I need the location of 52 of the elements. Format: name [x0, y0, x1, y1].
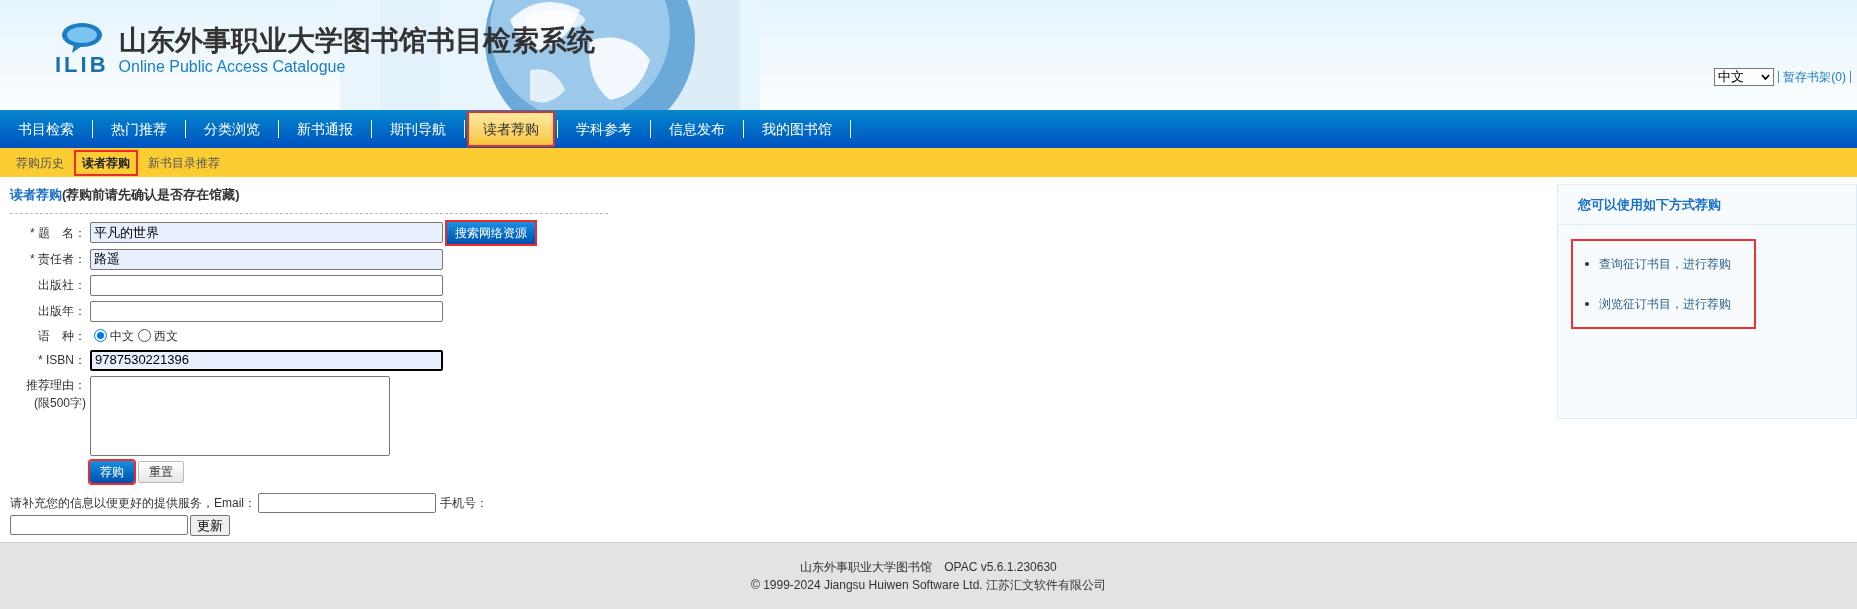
logo-text: ILIB [55, 54, 109, 76]
nav-tab[interactable]: 新书通报 [283, 113, 367, 145]
nav-tab[interactable]: 书目检索 [4, 113, 88, 145]
field-label: 出版年： [38, 303, 86, 320]
site-subtitle: Online Public Access Catalogue [118, 58, 347, 76]
nav-tab[interactable]: 分类浏览 [190, 113, 274, 145]
text-field[interactable] [90, 274, 443, 296]
form-title: 读者荐购 [10, 187, 62, 202]
site-title: 山东外事职业大学图书馆书目检索系统 [118, 24, 595, 58]
phone-field[interactable] [10, 515, 188, 535]
text-field[interactable] [90, 300, 443, 322]
contact-prompt: 请补充您的信息以便更好的提供服务，Email： [10, 494, 256, 512]
chevron-down-icon [1761, 74, 1771, 80]
bullet-icon [1585, 302, 1589, 306]
nav-tab[interactable]: 读者荐购 [469, 113, 553, 145]
email-field[interactable] [258, 492, 436, 513]
field-label: * 责任者： [30, 251, 86, 268]
update-button[interactable]: 更新 [190, 514, 230, 536]
phone-label: 手机号： [440, 494, 488, 512]
bullet-icon [1585, 262, 1589, 266]
text-field[interactable]: 平凡的世界 [90, 222, 443, 243]
sub-nav-tab[interactable]: 读者荐购 [76, 151, 136, 174]
nav-tab[interactable]: 学科参考 [562, 113, 646, 145]
field-label: * ISBN： [38, 352, 86, 369]
search-web-button[interactable]: 搜索网络资源 [447, 221, 535, 244]
speech-bubble-icon [59, 22, 104, 54]
field-label: * 题 名： [30, 224, 86, 242]
saved-shelf-link[interactable]: 暂存书架(0) [1783, 68, 1846, 86]
form-note: (荐购前请先确认是否存在馆藏) [62, 187, 240, 202]
language-select[interactable]: 中文 [1714, 68, 1775, 86]
nav-tab[interactable]: 我的图书馆 [748, 113, 846, 145]
nav-tab[interactable]: 期刊导航 [376, 113, 460, 145]
text-field[interactable]: 路遥 [90, 248, 443, 270]
footer-version: 山东外事职业大学图书馆 OPAC v5.6.1.230630 [800, 559, 1057, 576]
radio-option[interactable]: 西文 [138, 326, 178, 345]
nav-tab[interactable]: 热门推荐 [97, 113, 181, 145]
side-panel-link[interactable]: 浏览征订书目，进行荐购 [1599, 295, 1731, 313]
reset-button[interactable]: 重置 [138, 460, 184, 483]
submit-button[interactable]: 荐购 [90, 460, 134, 483]
field-note: (限500字) [34, 394, 86, 412]
sub-nav-tab[interactable]: 荐购历史 [10, 151, 70, 174]
side-panel-title: 您可以使用如下方式荐购 [1578, 195, 1721, 214]
footer-copyright: © 1999-2024 Jiangsu Huiwen Software Ltd. 江苏汇文软件有限公司 [751, 577, 1106, 594]
nav-tab[interactable]: 信息发布 [655, 113, 739, 145]
side-panel-link[interactable]: 查询征订书目，进行荐购 [1599, 255, 1731, 273]
field-label: 语 种： [38, 327, 86, 345]
field-label: 出版社： [38, 277, 86, 294]
radio-option[interactable]: 中文 [94, 326, 134, 345]
text-field[interactable]: 9787530221396 [90, 349, 443, 371]
field-label: 推荐理由： [26, 376, 86, 394]
text-area[interactable] [90, 375, 390, 456]
sub-nav-tab[interactable]: 新书目录推荐 [142, 151, 226, 174]
